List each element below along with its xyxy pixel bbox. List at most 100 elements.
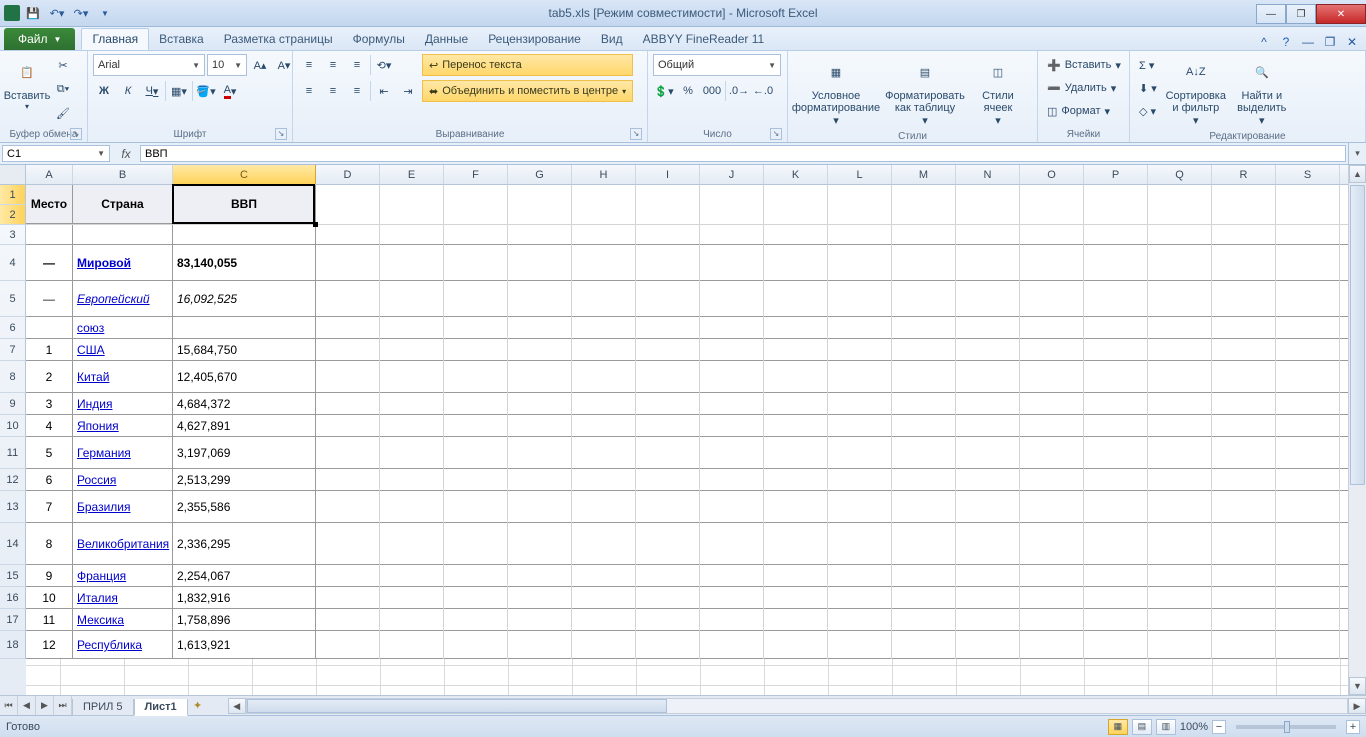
table-row[interactable]: —Европейский16,092,525 bbox=[26, 281, 1348, 317]
accounting-format-icon[interactable]: 💲▾ bbox=[653, 80, 675, 102]
view-page-layout-icon[interactable]: ▤ bbox=[1132, 719, 1152, 735]
zoom-in-icon[interactable]: + bbox=[1346, 720, 1360, 734]
sheet-nav-first-icon[interactable]: ⏮ bbox=[0, 696, 18, 715]
row-header-9[interactable]: 9 bbox=[0, 393, 26, 415]
new-sheet-icon[interactable]: ✦ bbox=[188, 696, 208, 715]
col-header-K[interactable]: K bbox=[764, 165, 828, 184]
underline-button[interactable]: Ч▾ bbox=[141, 80, 163, 102]
ribbon-tab-1[interactable]: Вставка bbox=[149, 28, 214, 50]
alignment-launcher-icon[interactable]: ↘ bbox=[630, 128, 642, 140]
col-header-S[interactable]: S bbox=[1276, 165, 1340, 184]
borders-icon[interactable]: ▦▾ bbox=[168, 80, 190, 102]
table-header-place[interactable]: Место bbox=[26, 185, 73, 224]
qat-redo-icon[interactable]: ↷▾ bbox=[70, 3, 92, 23]
sheet-nav-last-icon[interactable]: ⏭ bbox=[54, 696, 72, 715]
cell-styles-button[interactable]: ◫Стили ячеек▾ bbox=[971, 54, 1025, 129]
clear-button[interactable]: ◇ ▾ bbox=[1135, 100, 1161, 122]
paste-button[interactable]: 📋 Вставить▾ bbox=[5, 54, 49, 113]
decrease-font-icon[interactable]: A▾ bbox=[273, 54, 295, 76]
fill-button[interactable]: ⬇ ▾ bbox=[1135, 77, 1161, 99]
ribbon-tab-4[interactable]: Данные bbox=[415, 28, 478, 50]
fill-color-icon[interactable]: 🪣▾ bbox=[195, 80, 217, 102]
find-select-button[interactable]: 🔍Найти и выделить▾ bbox=[1231, 54, 1293, 129]
qat-save-icon[interactable]: 💾 bbox=[22, 3, 44, 23]
table-row[interactable]: 5Германия3,197,069 bbox=[26, 437, 1348, 469]
col-header-A[interactable]: A bbox=[26, 165, 73, 184]
col-header-J[interactable]: J bbox=[700, 165, 764, 184]
clipboard-launcher-icon[interactable]: ↘ bbox=[70, 128, 82, 140]
increase-indent-icon[interactable]: ⇥ bbox=[397, 80, 419, 102]
table-row[interactable]: 1США15,684,750 bbox=[26, 339, 1348, 361]
vscroll-thumb[interactable] bbox=[1350, 185, 1365, 485]
cells-area[interactable]: МестоСтранаВВП—Мировой83,140,055—Европей… bbox=[26, 185, 1348, 695]
hscroll-left-icon[interactable]: ◀ bbox=[228, 698, 246, 714]
zoom-slider[interactable] bbox=[1236, 725, 1336, 729]
italic-button[interactable]: К bbox=[117, 80, 139, 102]
bold-button[interactable]: Ж bbox=[93, 80, 115, 102]
file-tab[interactable]: Файл▼ bbox=[4, 28, 75, 50]
col-header-H[interactable]: H bbox=[572, 165, 636, 184]
orientation-icon[interactable]: ⟲▾ bbox=[373, 54, 395, 76]
format-painter-icon[interactable]: 🖌 bbox=[52, 102, 74, 124]
col-header-M[interactable]: M bbox=[892, 165, 956, 184]
table-header-country[interactable]: Страна bbox=[73, 185, 173, 224]
formula-input[interactable]: ВВП bbox=[140, 145, 1346, 162]
autosum-button[interactable]: Σ ▾ bbox=[1135, 54, 1161, 76]
font-color-icon[interactable]: A▾ bbox=[219, 80, 241, 102]
ribbon-tab-2[interactable]: Разметка страницы bbox=[214, 28, 343, 50]
table-row[interactable]: 7Бразилия2,355,586 bbox=[26, 491, 1348, 523]
number-format-combo[interactable]: Общий▼ bbox=[653, 54, 781, 76]
col-header-E[interactable]: E bbox=[380, 165, 444, 184]
align-bottom-icon[interactable]: ≡ bbox=[346, 54, 368, 76]
col-header-F[interactable]: F bbox=[444, 165, 508, 184]
insert-cells-button[interactable]: ➕ Вставить ▾ bbox=[1043, 54, 1125, 76]
row-header-17[interactable]: 17 bbox=[0, 609, 26, 631]
table-row[interactable]: 8Великобритания2,336,295 bbox=[26, 523, 1348, 565]
minimize-button[interactable]: — bbox=[1256, 4, 1286, 24]
increase-decimal-icon[interactable]: .0→ bbox=[728, 80, 750, 102]
row-header-5[interactable]: 5 bbox=[0, 281, 26, 317]
table-row[interactable]: 6Россия2,513,299 bbox=[26, 469, 1348, 491]
wrap-text-button[interactable]: ↩Перенос текста bbox=[422, 54, 633, 76]
zoom-level[interactable]: 100% bbox=[1180, 721, 1208, 733]
row-header-7[interactable]: 7 bbox=[0, 339, 26, 361]
hscroll-thumb[interactable] bbox=[247, 699, 667, 713]
sheet-tab-1[interactable]: Лист1 bbox=[134, 699, 188, 716]
row-header-8[interactable]: 8 bbox=[0, 361, 26, 393]
window-restore-inner-icon[interactable]: ❐ bbox=[1322, 34, 1338, 50]
row-header-15[interactable]: 15 bbox=[0, 565, 26, 587]
col-header-I[interactable]: I bbox=[636, 165, 700, 184]
row-header-13[interactable]: 13 bbox=[0, 491, 26, 523]
table-row[interactable]: 10Италия1,832,916 bbox=[26, 587, 1348, 609]
row-header-4[interactable]: 4 bbox=[0, 245, 26, 281]
align-left-icon[interactable]: ≡ bbox=[298, 80, 320, 102]
table-row[interactable]: 11Мексика1,758,896 bbox=[26, 609, 1348, 631]
horizontal-scrollbar[interactable]: ◀ ▶ bbox=[228, 696, 1366, 715]
percent-format-icon[interactable]: % bbox=[677, 80, 699, 102]
table-row[interactable]: союз bbox=[26, 317, 1348, 339]
zoom-thumb[interactable] bbox=[1284, 721, 1290, 733]
hscroll-right-icon[interactable]: ▶ bbox=[1348, 698, 1366, 714]
zoom-out-icon[interactable]: − bbox=[1212, 720, 1226, 734]
col-header-B[interactable]: B bbox=[73, 165, 173, 184]
increase-font-icon[interactable]: A▴ bbox=[249, 54, 271, 76]
table-row[interactable]: 12Республика1,613,921 bbox=[26, 631, 1348, 659]
view-page-break-icon[interactable]: ▥ bbox=[1156, 719, 1176, 735]
format-cells-button[interactable]: ◫ Формат ▾ bbox=[1043, 100, 1125, 122]
table-row[interactable]: —Мировой83,140,055 bbox=[26, 245, 1348, 281]
col-header-D[interactable]: D bbox=[316, 165, 380, 184]
ribbon-tab-3[interactable]: Формулы bbox=[343, 28, 415, 50]
row-header-6[interactable]: 6 bbox=[0, 317, 26, 339]
decrease-indent-icon[interactable]: ⇤ bbox=[373, 80, 395, 102]
row-header-16[interactable]: 16 bbox=[0, 587, 26, 609]
fx-icon[interactable]: fx bbox=[116, 145, 136, 163]
scroll-up-icon[interactable]: ▲ bbox=[1349, 165, 1366, 183]
table-row[interactable]: 3Индия4,684,372 bbox=[26, 393, 1348, 415]
row-header-10[interactable]: 10 bbox=[0, 415, 26, 437]
help-icon[interactable]: ? bbox=[1278, 34, 1294, 50]
delete-cells-button[interactable]: ➖ Удалить ▾ bbox=[1043, 77, 1125, 99]
maximize-button[interactable]: ❐ bbox=[1286, 4, 1316, 24]
qat-undo-icon[interactable]: ↶▾ bbox=[46, 3, 68, 23]
font-name-combo[interactable]: Arial▼ bbox=[93, 54, 205, 76]
close-button[interactable]: ✕ bbox=[1316, 4, 1366, 24]
